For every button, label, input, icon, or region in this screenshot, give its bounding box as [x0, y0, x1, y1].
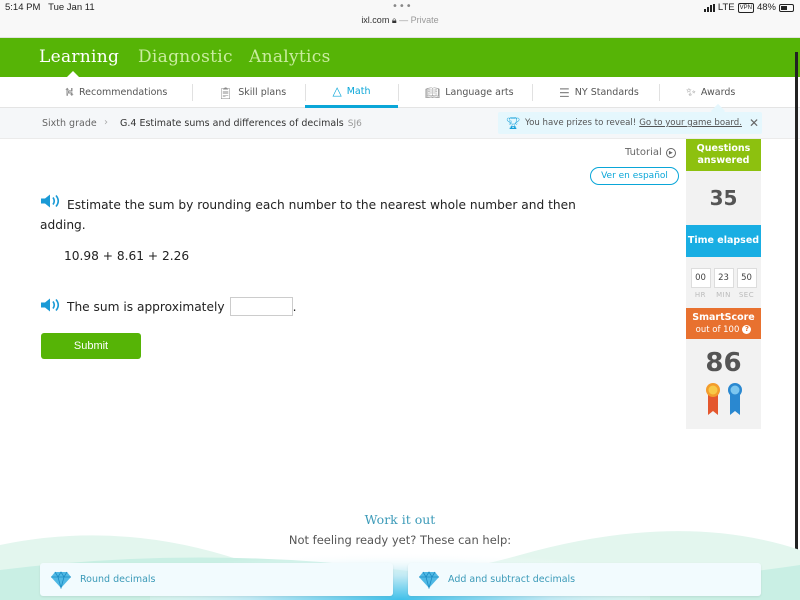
- help-card-add-subtract-decimals[interactable]: Add and subtract decimals: [408, 563, 761, 596]
- prize-banner: 🏆︎ You have prizes to reveal! Go to your…: [498, 112, 762, 134]
- tab-ny-standards[interactable]: ☰ NY Standards: [559, 77, 639, 108]
- tab-label: NY Standards: [574, 87, 639, 98]
- timer-units: HR MIN SEC: [686, 291, 761, 299]
- unit-min: MIN: [716, 291, 731, 299]
- tab-recommendations[interactable]: ⛕ Recommendations: [65, 77, 167, 108]
- tutorial-label: Tutorial: [625, 147, 662, 158]
- battery-icon: [779, 3, 794, 12]
- status-time: 5:14 PM: [5, 2, 41, 13]
- prize-text: You have prizes to reveal!: [525, 118, 637, 128]
- skill-name: G.4 Estimate sums and differences of dec…: [120, 118, 344, 129]
- clipboard-icon: 📋︎: [218, 85, 234, 100]
- blue-ribbon-icon: [727, 383, 742, 415]
- answer-line: The sum is approximately .: [40, 297, 296, 316]
- tab-awards[interactable]: ✨︎ Awards: [686, 77, 735, 108]
- chevron-right-icon: ›: [104, 117, 108, 128]
- speaker-icon[interactable]: [40, 194, 62, 214]
- status-indicators: LTE VPN 48%: [703, 2, 794, 13]
- more-dots-icon[interactable]: •••: [392, 1, 413, 12]
- ribbons: [686, 382, 761, 416]
- answer-suffix: .: [292, 299, 297, 314]
- play-icon: ▶: [665, 147, 676, 158]
- nav-analytics[interactable]: Analytics: [249, 47, 331, 67]
- tutorial-link[interactable]: Tutorial ▶: [625, 147, 676, 158]
- tab-label: Awards: [700, 87, 736, 98]
- submit-button[interactable]: Submit: [41, 333, 141, 359]
- timer: 00 23 50: [686, 268, 761, 288]
- unit-hr: HR: [694, 291, 707, 299]
- smartscore-header: SmartScore out of 100?: [686, 308, 761, 339]
- nav-learning[interactable]: Learning: [39, 47, 119, 67]
- signal-icon: [703, 3, 715, 12]
- tab-math[interactable]: △ Math: [305, 77, 398, 108]
- stats-sidebar: Questions answered 35 Time elapsed 00 23…: [686, 139, 761, 429]
- answer-input[interactable]: [229, 297, 293, 316]
- private-label: — Private: [399, 15, 439, 25]
- unit-sec: SEC: [738, 291, 755, 299]
- close-icon[interactable]: ✕: [749, 116, 759, 130]
- smartscore-sub: out of 100: [695, 324, 740, 335]
- battery-percent: 48%: [756, 2, 776, 13]
- top-nav: Learning Diagnostic Analytics: [0, 38, 800, 77]
- help-card-label: Add and subtract decimals: [448, 574, 576, 585]
- nav-diagnostic[interactable]: Diagnostic: [138, 47, 233, 67]
- speaker-icon[interactable]: [40, 298, 62, 315]
- breadcrumb-skill: G.4 Estimate sums and differences of dec…: [120, 118, 362, 129]
- time-elapsed-header: Time elapsed: [686, 225, 761, 257]
- work-it-out-title: Work it out: [364, 512, 436, 527]
- work-it-out-subtitle: Not feeling ready yet? These can help:: [288, 533, 512, 547]
- trophy-icon: 🏆︎: [505, 116, 521, 130]
- divider: [398, 84, 399, 101]
- help-card-label: Round decimals: [80, 574, 156, 585]
- game-board-link[interactable]: Go to your game board.: [639, 118, 742, 128]
- vpn-badge: VPN: [737, 2, 754, 13]
- lock-icon: 🔒︎: [391, 15, 397, 25]
- browser-status-bar: 5:14 PM Tue Jan 11 ••• ixl.com 🔒︎ — Priv…: [0, 0, 800, 38]
- tab-language-arts[interactable]: 📖︎ Language arts: [425, 77, 514, 108]
- diamond-icon: [51, 570, 71, 589]
- help-card-round-decimals[interactable]: Round decimals: [40, 563, 393, 596]
- gold-ribbon-icon: [705, 383, 720, 415]
- tab-skill-plans[interactable]: 📋︎ Skill plans: [218, 77, 286, 108]
- timer-seconds: 50: [736, 268, 757, 288]
- spanish-button[interactable]: Ver en español: [590, 167, 679, 185]
- questions-answered-header: Questions answered: [686, 139, 761, 171]
- checklist-icon: ☰: [559, 85, 570, 100]
- url-text: ixl.com: [361, 15, 390, 25]
- breadcrumb-grade[interactable]: Sixth grade: [42, 118, 97, 129]
- pyramid-icon: △: [332, 84, 342, 98]
- signpost-icon: ⛕: [65, 84, 74, 99]
- tab-label: Skill plans: [238, 87, 287, 98]
- tab-label: Recommendations: [78, 87, 168, 98]
- answer-prefix: The sum is approximately: [67, 299, 225, 314]
- network-label: LTE: [717, 2, 735, 13]
- tab-label: Language arts: [445, 87, 514, 98]
- subject-nav: ⛕ Recommendations 📋︎ Skill plans △ Math …: [0, 77, 800, 108]
- diamond-icon: [419, 570, 439, 589]
- divider: [659, 84, 660, 101]
- address-bar[interactable]: ixl.com 🔒︎ — Private: [0, 15, 800, 26]
- questions-answered-count: 35: [709, 186, 738, 210]
- book-icon: 📖︎: [425, 85, 441, 100]
- tab-label: Math: [346, 85, 371, 97]
- smartscore-label: SmartScore: [692, 311, 755, 323]
- question-prompt: Estimate the sum by rounding each number…: [40, 194, 585, 235]
- timer-hours: 00: [690, 268, 711, 288]
- timer-minutes: 23: [713, 268, 734, 288]
- status-date: Tue Jan 11: [48, 2, 95, 13]
- math-expression: 10.98 + 8.61 + 2.26: [64, 249, 190, 263]
- status-clock: 5:14 PM Tue Jan 11: [5, 2, 95, 13]
- smartscore-value: 86: [705, 348, 742, 378]
- prompt-text: Estimate the sum by rounding each number…: [40, 198, 576, 232]
- divider: [532, 84, 533, 101]
- skill-code: SJ6: [347, 119, 362, 129]
- confetti-icon: ✨︎: [686, 85, 696, 99]
- help-icon[interactable]: ?: [742, 325, 752, 334]
- divider: [192, 84, 193, 101]
